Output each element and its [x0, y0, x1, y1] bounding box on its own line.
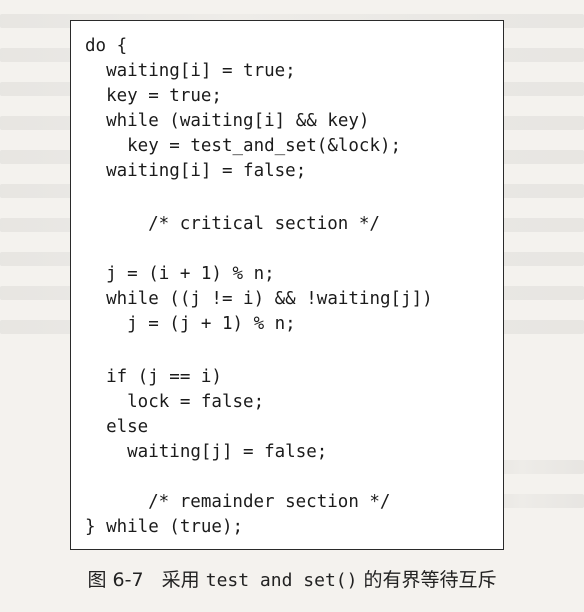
code-line: waiting[i] = true;: [85, 61, 296, 81]
code-line: if (j == i): [85, 367, 222, 387]
code-line: lock = false;: [85, 392, 265, 412]
code-listing-box: do { waiting[i] = true; key = true; whil…: [70, 20, 504, 550]
caption-suffix: 的有界等待互斥: [363, 569, 497, 591]
code-line: while (waiting[i] && key): [85, 111, 370, 131]
code-line: } while (true);: [85, 517, 244, 537]
code-line: waiting[j] = false;: [85, 442, 328, 462]
code-comment-remainder: /* remainder section */: [106, 492, 391, 512]
caption-code: test and set(): [205, 570, 358, 591]
code-line: j = (i + 1) % n;: [85, 264, 275, 284]
code-line: waiting[i] = false;: [85, 161, 307, 181]
code-line: key = true;: [85, 86, 222, 106]
caption-prefix: 采用: [161, 569, 200, 591]
code-line: key = test_and_set(&lock);: [85, 136, 402, 156]
code-line: do {: [85, 36, 128, 56]
code-line: else: [85, 417, 149, 437]
code-line: j = (j + 1) % n;: [85, 314, 296, 334]
figure-number: 图 6-7: [87, 569, 144, 591]
code-line: while ((j != i) && !waiting[j]): [85, 289, 433, 309]
code-comment-critical: /* critical section */: [106, 214, 380, 234]
figure-caption: 图 6-7 采用 test and set() 的有界等待互斥: [0, 565, 584, 592]
